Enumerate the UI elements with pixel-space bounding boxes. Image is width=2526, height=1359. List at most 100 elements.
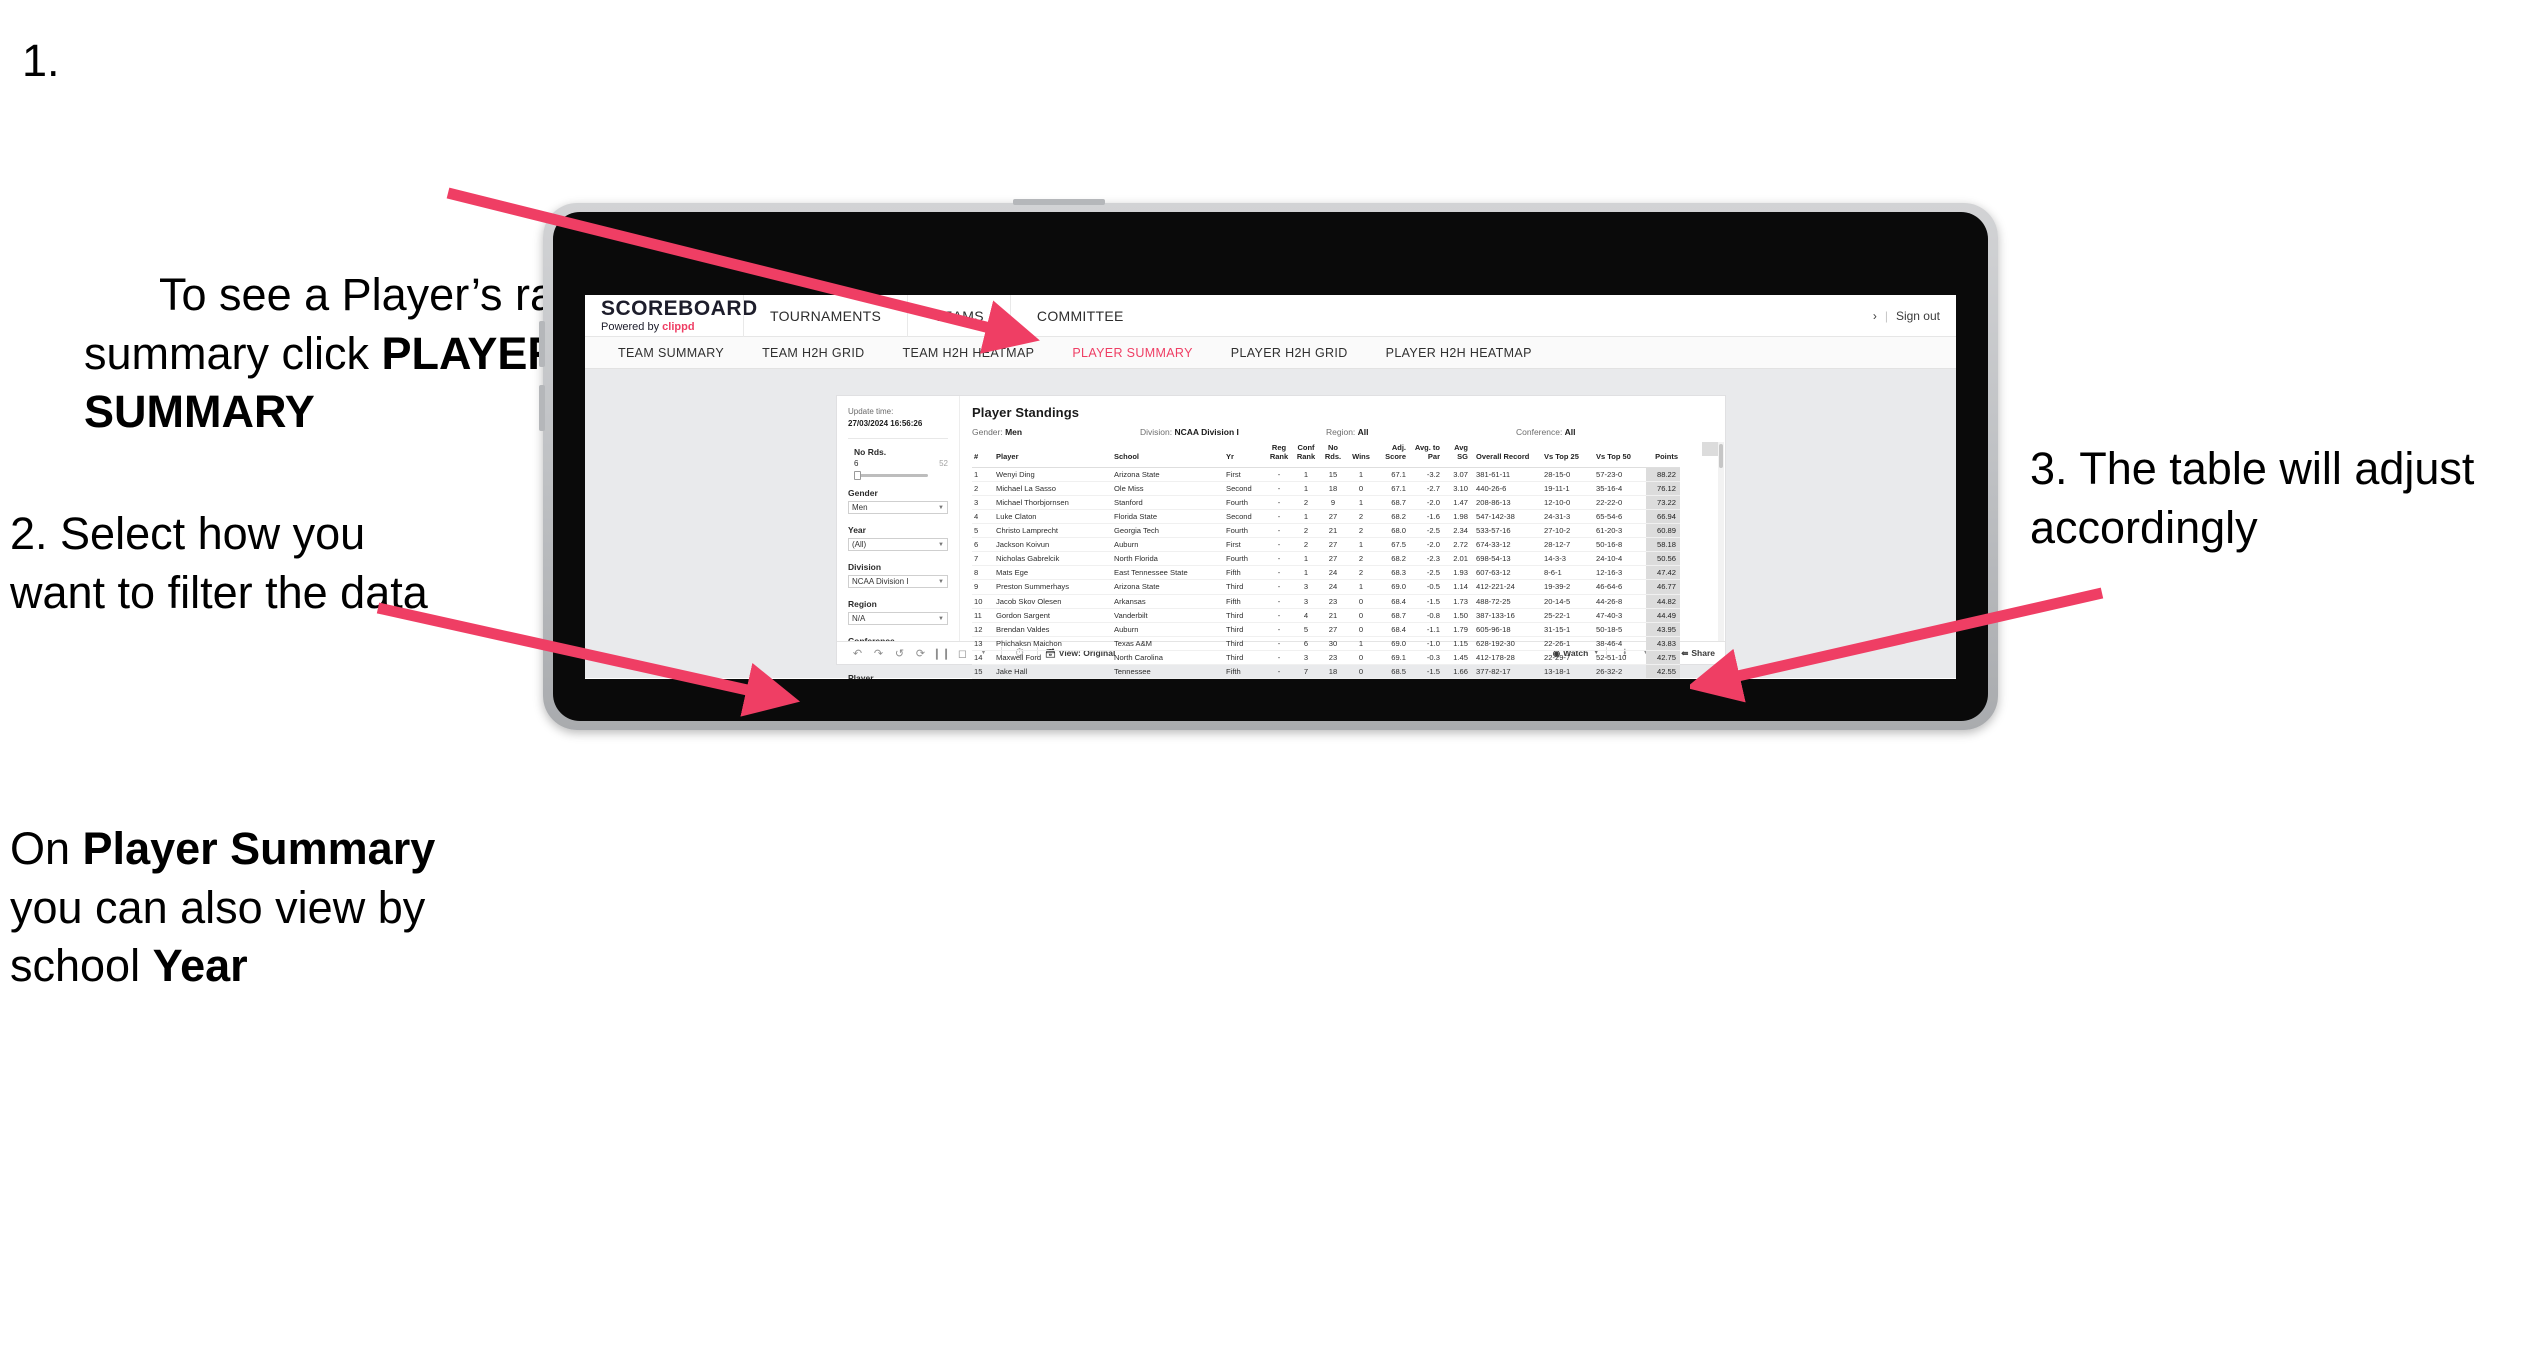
col-vs-top-50[interactable]: Vs Top 50: [1594, 442, 1646, 468]
cell-avg_to_par: -2.3: [1408, 551, 1442, 567]
meta-region-label: Region:: [1326, 427, 1358, 437]
cell-vs_top_25: 25-22-1: [1542, 608, 1594, 623]
no-rds-slider-handle[interactable]: [854, 471, 861, 481]
cell-adj_score: 67.1: [1376, 481, 1408, 496]
cell-vs_top_50: 26-32-2: [1594, 664, 1646, 679]
col-player[interactable]: Player: [994, 442, 1112, 468]
tab-team-summary[interactable]: TEAM SUMMARY: [599, 337, 743, 369]
filter-year-select[interactable]: (All) ▼: [848, 538, 948, 552]
table-row[interactable]: 9 Preston Summerhays Arizona State Third -3 2…: [972, 579, 1680, 595]
table-row[interactable]: 15 Jake Hall Tennessee Fifth -7 18 0 68.5 -1.5 1.…: [972, 664, 1680, 679]
tab-player-summary[interactable]: PLAYER SUMMARY: [1053, 337, 1211, 369]
no-rds-max: 52: [939, 459, 948, 469]
cell-reg_rank: -: [1266, 608, 1292, 623]
chevron-right-icon[interactable]: ›: [1873, 309, 1877, 323]
cell-vs_top_50: 50-16-8: [1594, 537, 1646, 553]
undo-icon[interactable]: ↶: [847, 647, 868, 660]
cell-vs_top_25: 31-15-1: [1542, 622, 1594, 637]
chevron-down-icon: ▼: [938, 541, 944, 548]
cell-reg_rank: -: [1266, 622, 1292, 637]
cell-yr: Third: [1224, 579, 1266, 595]
filter-region-select[interactable]: N/A ▼: [848, 612, 948, 626]
share-label: Share: [1691, 648, 1715, 658]
col-yr[interactable]: Yr: [1224, 442, 1266, 468]
annotation-step-4: 3. The table will adjust accordingly: [2030, 443, 2487, 553]
cell-conf_rank: 1: [1292, 481, 1320, 496]
table-row[interactable]: 2 Michael La Sasso Ole Miss Second -1 18 0 67.1…: [972, 481, 1680, 496]
col-school[interactable]: School: [1112, 442, 1224, 468]
table-row[interactable]: 6 Jackson Koivun Auburn First -2 27 1 67.5 -2.0 2…: [972, 537, 1680, 553]
nav-item-teams[interactable]: TEAMS: [908, 295, 1010, 337]
view-original-shape-icon[interactable]: ◻: [952, 647, 973, 660]
nav-item-tournaments[interactable]: TOURNAMENTS: [744, 295, 907, 337]
table-row[interactable]: 7 Nicholas Gabrelcik North Florida Fourth -1…: [972, 551, 1680, 567]
cell-no_rds: 15: [1320, 467, 1346, 482]
cell-adj_score: 69.0: [1376, 579, 1408, 595]
col-wins[interactable]: Wins: [1346, 442, 1376, 468]
secondary-nav: TEAM SUMMARY TEAM H2H GRID TEAM H2H HEAT…: [585, 337, 1956, 369]
cell-reg_rank: -: [1266, 467, 1292, 482]
table-row[interactable]: 4 Luke Claton Florida State Second -1 27 2 68.2…: [972, 509, 1680, 525]
tab-team-h2h-grid[interactable]: TEAM H2H GRID: [743, 337, 883, 369]
col-vs-top-25[interactable]: Vs Top 25: [1542, 442, 1594, 468]
col-adj-score[interactable]: Adj. Score: [1376, 442, 1408, 468]
table-row[interactable]: 10 Jacob Skov Olesen Arkansas Fifth -3 23 0 68.…: [972, 594, 1680, 609]
col-no-rds[interactable]: No Rds.: [1320, 442, 1346, 468]
cell-avg_sg: 1.50: [1442, 608, 1470, 623]
cell-avg_sg: 1.15: [1442, 636, 1470, 651]
cell-school: Georgia Tech: [1112, 523, 1224, 539]
refresh-icon[interactable]: ⟳: [910, 647, 931, 660]
cell-wins: 0: [1346, 481, 1376, 496]
table-row[interactable]: 13 Phichaksn Maichon Texas A&M Third -6 30 1 69…: [972, 636, 1680, 651]
scrollbar-thumb[interactable]: [1719, 444, 1723, 468]
col-avg-to-par[interactable]: Avg. to Par: [1408, 442, 1442, 468]
nav-item-committee[interactable]: COMMITTEE: [1011, 295, 1150, 337]
redo-icon[interactable]: ↷: [868, 647, 889, 660]
col-rank[interactable]: #: [972, 442, 994, 468]
col-reg-rank[interactable]: Reg Rank: [1266, 442, 1292, 468]
cell-rank: 7: [972, 551, 994, 567]
tab-player-h2h-grid[interactable]: PLAYER H2H GRID: [1212, 337, 1367, 369]
filter-region-label: Region: [848, 599, 877, 610]
cell-wins: 2: [1346, 523, 1376, 539]
cell-no_rds: 21: [1320, 523, 1346, 539]
cell-rank: 13: [972, 636, 994, 651]
table-row[interactable]: 3 Michael Thorbjornsen Stanford Fourth -2 9 1 6…: [972, 495, 1680, 510]
annotation-step-2: 2. Select how you want to filter the dat…: [10, 508, 428, 618]
cell-yr: Fourth: [1224, 551, 1266, 567]
col-conf-rank[interactable]: Conf Rank: [1292, 442, 1320, 468]
cell-reg_rank: -: [1266, 537, 1292, 553]
table-row[interactable]: 5 Christo Lamprecht Georgia Tech Fourth -2 21…: [972, 523, 1680, 539]
filter-division-select[interactable]: NCAA Division I ▼: [848, 575, 948, 589]
cell-avg_to_par: -0.3: [1408, 650, 1442, 666]
cell-adj_score: 68.2: [1376, 509, 1408, 525]
col-overall-record[interactable]: Overall Record: [1470, 442, 1542, 468]
filter-gender-select[interactable]: Men ▼: [848, 501, 948, 515]
cell-vs_top_50: 47-40-3: [1594, 608, 1646, 623]
brand-title: SCOREBOARD: [601, 297, 758, 320]
no-rds-slider-track[interactable]: [854, 471, 928, 481]
cell-conf_rank: 1: [1292, 551, 1320, 567]
table-row[interactable]: 1 Wenyi Ding Arizona State First -1 15 1 67.1 -3…: [972, 467, 1680, 482]
table-row[interactable]: 8 Mats Ege East Tennessee State Fifth -1 24 2 6…: [972, 565, 1680, 581]
revert-icon[interactable]: ↺: [889, 647, 910, 660]
cell-vs_top_25: 12-10-0: [1542, 495, 1594, 510]
brand-logo[interactable]: SCOREBOARD Powered by clippd: [585, 297, 758, 333]
table-row[interactable]: 11 Gordon Sargent Vanderbilt Third -4 21 0 68.7…: [972, 608, 1680, 623]
cell-conf_rank: 7: [1292, 664, 1320, 679]
cell-overall_record: 674-33-12: [1470, 537, 1542, 553]
sign-out-link[interactable]: Sign out: [1896, 309, 1940, 323]
col-avg-sg[interactable]: Avg SG: [1442, 442, 1470, 468]
table-row[interactable]: 14 Maxwell Ford North Carolina Third -3 23 0 69…: [972, 650, 1680, 666]
share-button[interactable]: ⇚ Share: [1681, 648, 1715, 659]
table-row[interactable]: 12 Brendan Valdes Auburn Third -5 27 0 68.4 -1.1…: [972, 622, 1680, 637]
tab-team-h2h-heatmap[interactable]: TEAM H2H HEATMAP: [884, 337, 1054, 369]
standings-table-scroll[interactable]: # Player School Yr Reg Rank Conf Rank No…: [960, 442, 1725, 679]
cell-reg_rank: -: [1266, 579, 1292, 595]
pause-icon[interactable]: ❙❙: [931, 647, 952, 660]
table-vertical-scrollbar[interactable]: [1718, 442, 1724, 641]
tab-player-h2h-heatmap[interactable]: PLAYER H2H HEATMAP: [1367, 337, 1551, 369]
col-points[interactable]: Points: [1646, 442, 1680, 468]
cell-overall_record: 440-26-6: [1470, 481, 1542, 496]
cell-avg_to_par: -2.5: [1408, 523, 1442, 539]
